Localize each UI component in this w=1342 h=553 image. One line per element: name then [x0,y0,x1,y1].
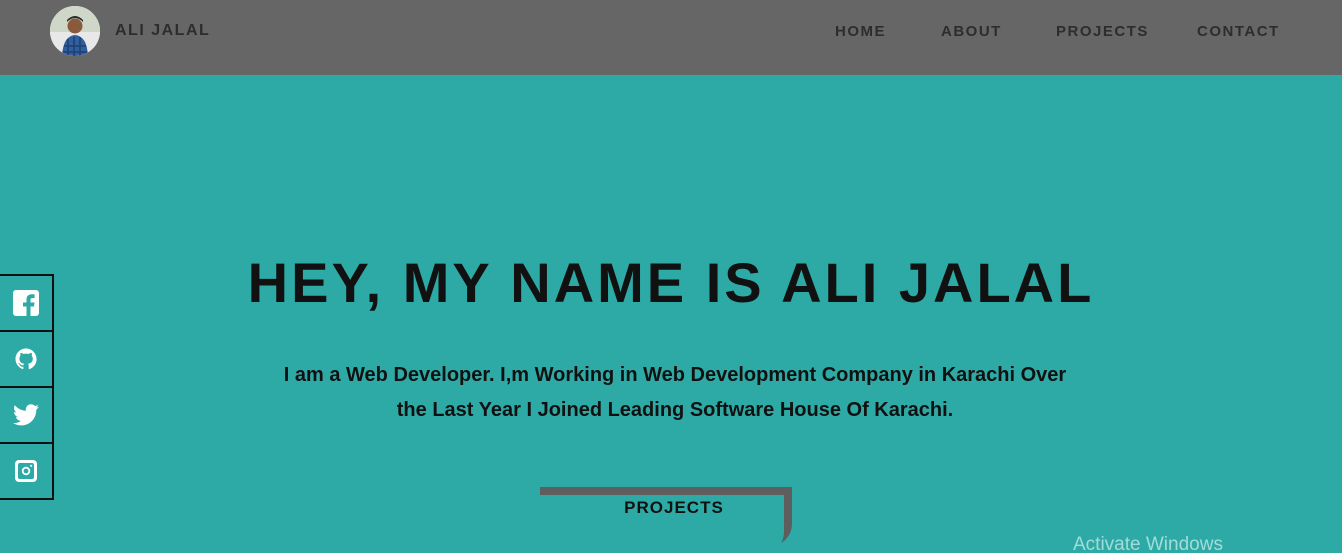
github-link[interactable] [0,332,52,388]
github-icon [15,348,37,370]
twitter-icon [13,404,39,426]
hero-title: HEY, MY NAME IS ALI JALAL [247,251,1095,314]
windows-activation-watermark: Activate Windows [1073,534,1223,553]
nav-home[interactable]: HOME [835,23,886,40]
brand-name[interactable]: ALI JALAL [115,22,210,40]
nav-projects[interactable]: PROJECTS [1056,23,1149,40]
instagram-icon [15,460,37,482]
hero-description: I am a Web Developer. I,m Working in Web… [283,364,1067,421]
instagram-link[interactable] [0,444,52,498]
top-navbar: ALI JALAL HOME ABOUT PROJECTS CONTACT [0,0,1342,75]
avatar[interactable] [50,6,100,56]
twitter-link[interactable] [0,388,52,444]
projects-button[interactable]: PROJECTS [540,487,792,546]
projects-button-label: PROJECTS [624,498,724,517]
nav-about[interactable]: ABOUT [941,23,1002,40]
nav-contact[interactable]: CONTACT [1197,23,1280,40]
